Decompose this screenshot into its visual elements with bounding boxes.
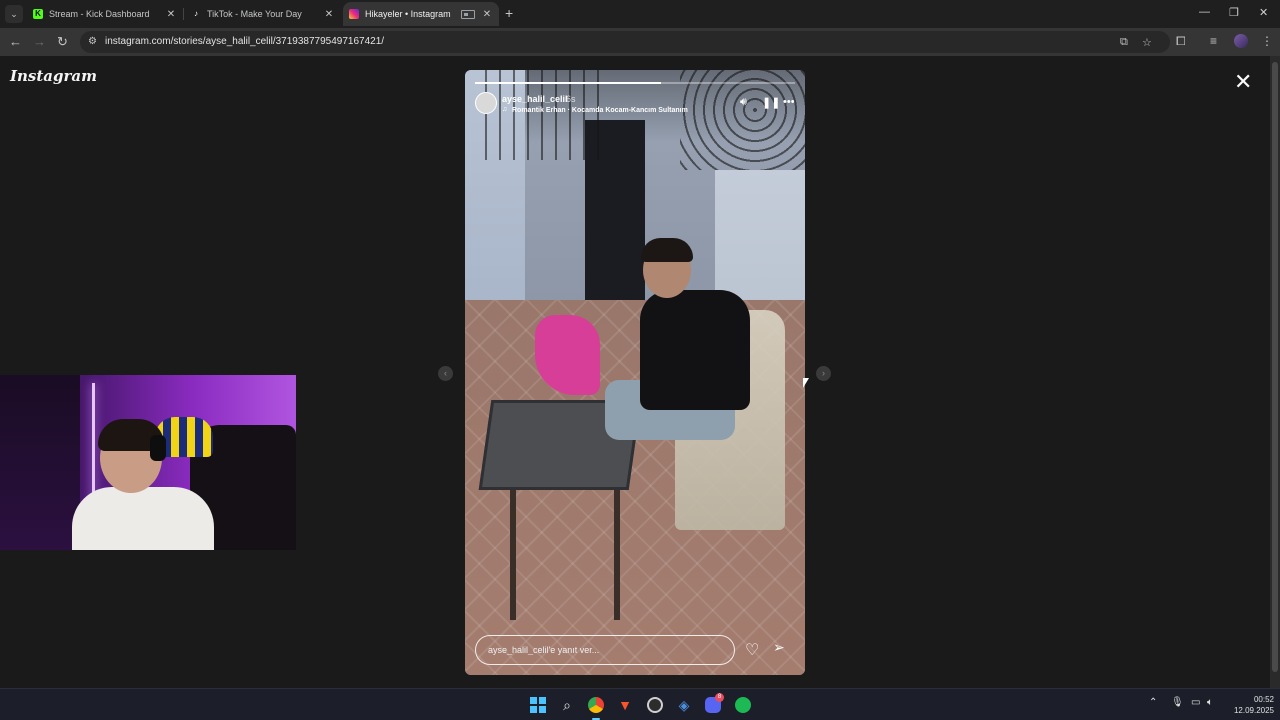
next-story-icon[interactable]: › <box>816 366 831 381</box>
chrome-icon[interactable] <box>586 695 606 720</box>
tab-title: TikTok - Make Your Day <box>207 9 302 19</box>
music-icon: ♫ <box>502 106 508 113</box>
brave-icon[interactable]: ▼ <box>615 695 635 715</box>
browser-toolbar: ← → ↻ ⚙ instagram.com/stories/ayse_halil… <box>0 28 1280 56</box>
media-control-icon[interactable]: ≡ <box>1210 34 1217 48</box>
page-scrollbar[interactable] <box>1270 56 1280 688</box>
webcam-person <box>72 487 214 550</box>
discord-icon[interactable]: 8 <box>703 693 724 715</box>
restore-icon[interactable]: ❐ <box>1229 6 1239 19</box>
app-icon[interactable]: ◈ <box>674 695 694 715</box>
story-username[interactable]: ayse_halil_celil <box>502 94 568 104</box>
story-photo-person <box>640 290 750 410</box>
obs-icon[interactable] <box>645 695 665 715</box>
close-window-icon[interactable]: ✕ <box>1259 6 1268 19</box>
discord-badge: 8 <box>715 693 724 702</box>
tab-close-icon[interactable]: ✕ <box>323 9 335 20</box>
reply-field[interactable] <box>475 635 735 665</box>
media-playing-icon[interactable] <box>461 9 475 19</box>
tab-close-icon[interactable]: ✕ <box>481 9 493 20</box>
microphone-icon[interactable]: 🎙︎ <box>1171 697 1184 708</box>
more-options-icon[interactable]: ••• <box>783 96 795 108</box>
story-time: 6s <box>566 94 576 104</box>
show-hidden-icons-icon[interactable]: ⌃ <box>1149 697 1157 708</box>
webcam-light-strip <box>92 383 95 503</box>
story-photo-person <box>641 238 693 262</box>
scrollbar-thumb[interactable] <box>1272 62 1278 672</box>
network-icon[interactable]: ▭ <box>1191 697 1200 708</box>
story-progress-bar <box>475 82 795 84</box>
webcam-background <box>0 375 80 550</box>
install-app-icon[interactable]: ⧉ <box>1120 36 1128 49</box>
clock-date: 12.09.2025 <box>1233 706 1274 715</box>
taskbar: ⌕ ▼ ◈ 8 ⌃ 🎙︎ ▭ 🔈︎ 00:52 12.09.2025 <box>0 688 1280 720</box>
heart-icon[interactable]: ♡ <box>745 640 759 660</box>
mouse-cursor <box>803 378 809 388</box>
extensions-icon[interactable]: ⧠ <box>1176 34 1186 49</box>
tab-kick-dashboard[interactable]: K Stream - Kick Dashboard ✕ <box>27 2 183 26</box>
story-header: ayse_halil_celil 6s ♫ Romantik Erhan · K… <box>475 92 795 122</box>
kick-icon: K <box>33 9 43 19</box>
profile-avatar[interactable] <box>1234 34 1248 48</box>
tiktok-icon: ♪ <box>194 9 198 18</box>
reply-input[interactable] <box>488 642 718 658</box>
menu-icon[interactable]: ⋮ <box>1261 34 1273 48</box>
forward-icon[interactable]: → <box>33 34 46 49</box>
story-music[interactable]: Romantik Erhan · Kocamda Kocam-Kancım Su… <box>512 107 688 114</box>
speaker-icon[interactable]: 🔈︎ <box>1207 697 1213 708</box>
close-story-icon[interactable]: ✕ <box>1234 68 1252 96</box>
instagram-icon <box>349 9 359 19</box>
tab-title: Stream - Kick Dashboard <box>49 9 150 19</box>
site-info-icon[interactable]: ⚙ <box>88 36 97 47</box>
tab-close-icon[interactable]: ✕ <box>165 9 177 20</box>
pause-icon[interactable]: ❚❚ <box>762 96 780 109</box>
minimize-icon[interactable]: — <box>1199 6 1210 18</box>
headset-icon <box>150 435 166 461</box>
volume-icon[interactable]: 🔊︎ <box>740 96 747 109</box>
tab-tiktok[interactable]: ♪ TikTok - Make Your Day ✕ <box>185 2 341 26</box>
start-icon[interactable] <box>528 695 548 715</box>
story-avatar[interactable] <box>475 92 497 114</box>
new-tab-button[interactable]: + <box>505 5 513 21</box>
webcam-overlay <box>0 375 296 550</box>
story-card[interactable]: ayse_halil_celil 6s ♫ Romantik Erhan · K… <box>465 70 805 675</box>
clock[interactable]: 00:52 12.09.2025 <box>1224 694 1274 716</box>
url-text[interactable]: instagram.com/stories/ayse_halil_celil/3… <box>105 36 384 47</box>
reload-icon[interactable]: ↻ <box>57 34 68 50</box>
tab-title: Hikayeler • Instagram <box>365 9 451 19</box>
back-icon[interactable]: ← <box>9 34 22 49</box>
address-bar[interactable]: ⚙ instagram.com/stories/ayse_halil_celil… <box>80 31 1170 53</box>
clock-time: 00:52 <box>1253 695 1274 704</box>
send-icon[interactable]: ➢ <box>773 639 785 656</box>
story-photo-grill-legs <box>510 490 620 620</box>
tab-strip: ⌄ K Stream - Kick Dashboard ✕ ♪ TikTok -… <box>0 0 1280 28</box>
spotify-icon[interactable] <box>733 695 753 715</box>
previous-story-icon[interactable]: ‹ <box>438 366 453 381</box>
story-progress-fill <box>475 82 661 84</box>
instagram-logo[interactable]: Instagram <box>10 67 97 85</box>
bookmark-star-icon[interactable]: ☆ <box>1142 36 1152 49</box>
search-icon[interactable]: ⌕ <box>557 695 577 715</box>
tab-separator <box>183 8 184 20</box>
tab-instagram[interactable]: Hikayeler • Instagram ✕ <box>343 2 499 26</box>
tab-search-button[interactable]: ⌄ <box>5 5 23 23</box>
